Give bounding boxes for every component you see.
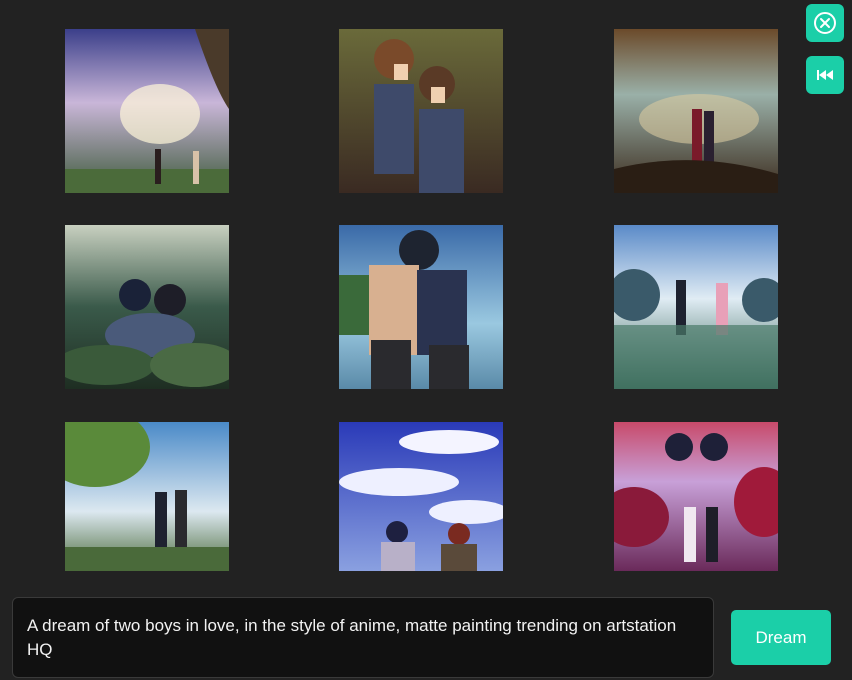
image-art — [339, 422, 503, 571]
gallery-image-7[interactable] — [65, 422, 229, 571]
image-art — [614, 225, 778, 389]
image-gallery — [0, 0, 852, 580]
dream-button-label: Dream — [755, 627, 807, 647]
gallery-image-1[interactable] — [65, 29, 229, 193]
skip-back-icon — [817, 70, 833, 80]
image-art — [339, 29, 503, 193]
gallery-image-5[interactable] — [339, 225, 503, 389]
prompt-input[interactable]: A dream of two boys in love, in the styl… — [12, 597, 714, 678]
gallery-image-2[interactable] — [339, 29, 503, 193]
dream-button[interactable]: Dream — [731, 610, 831, 665]
close-button[interactable] — [806, 4, 844, 42]
prompt-text: A dream of two boys in love, in the styl… — [27, 616, 677, 659]
gallery-image-6[interactable] — [614, 225, 778, 389]
image-art — [614, 29, 778, 193]
image-art — [65, 422, 229, 571]
gallery-image-8[interactable] — [339, 422, 503, 571]
image-art — [339, 225, 503, 389]
image-art — [614, 422, 778, 571]
gallery-image-9[interactable] — [614, 422, 778, 571]
image-art — [65, 29, 229, 193]
image-art — [65, 225, 229, 389]
gallery-image-4[interactable] — [65, 225, 229, 389]
rewind-button[interactable] — [806, 56, 844, 94]
close-circle-icon — [814, 12, 836, 34]
gallery-image-3[interactable] — [614, 29, 778, 193]
